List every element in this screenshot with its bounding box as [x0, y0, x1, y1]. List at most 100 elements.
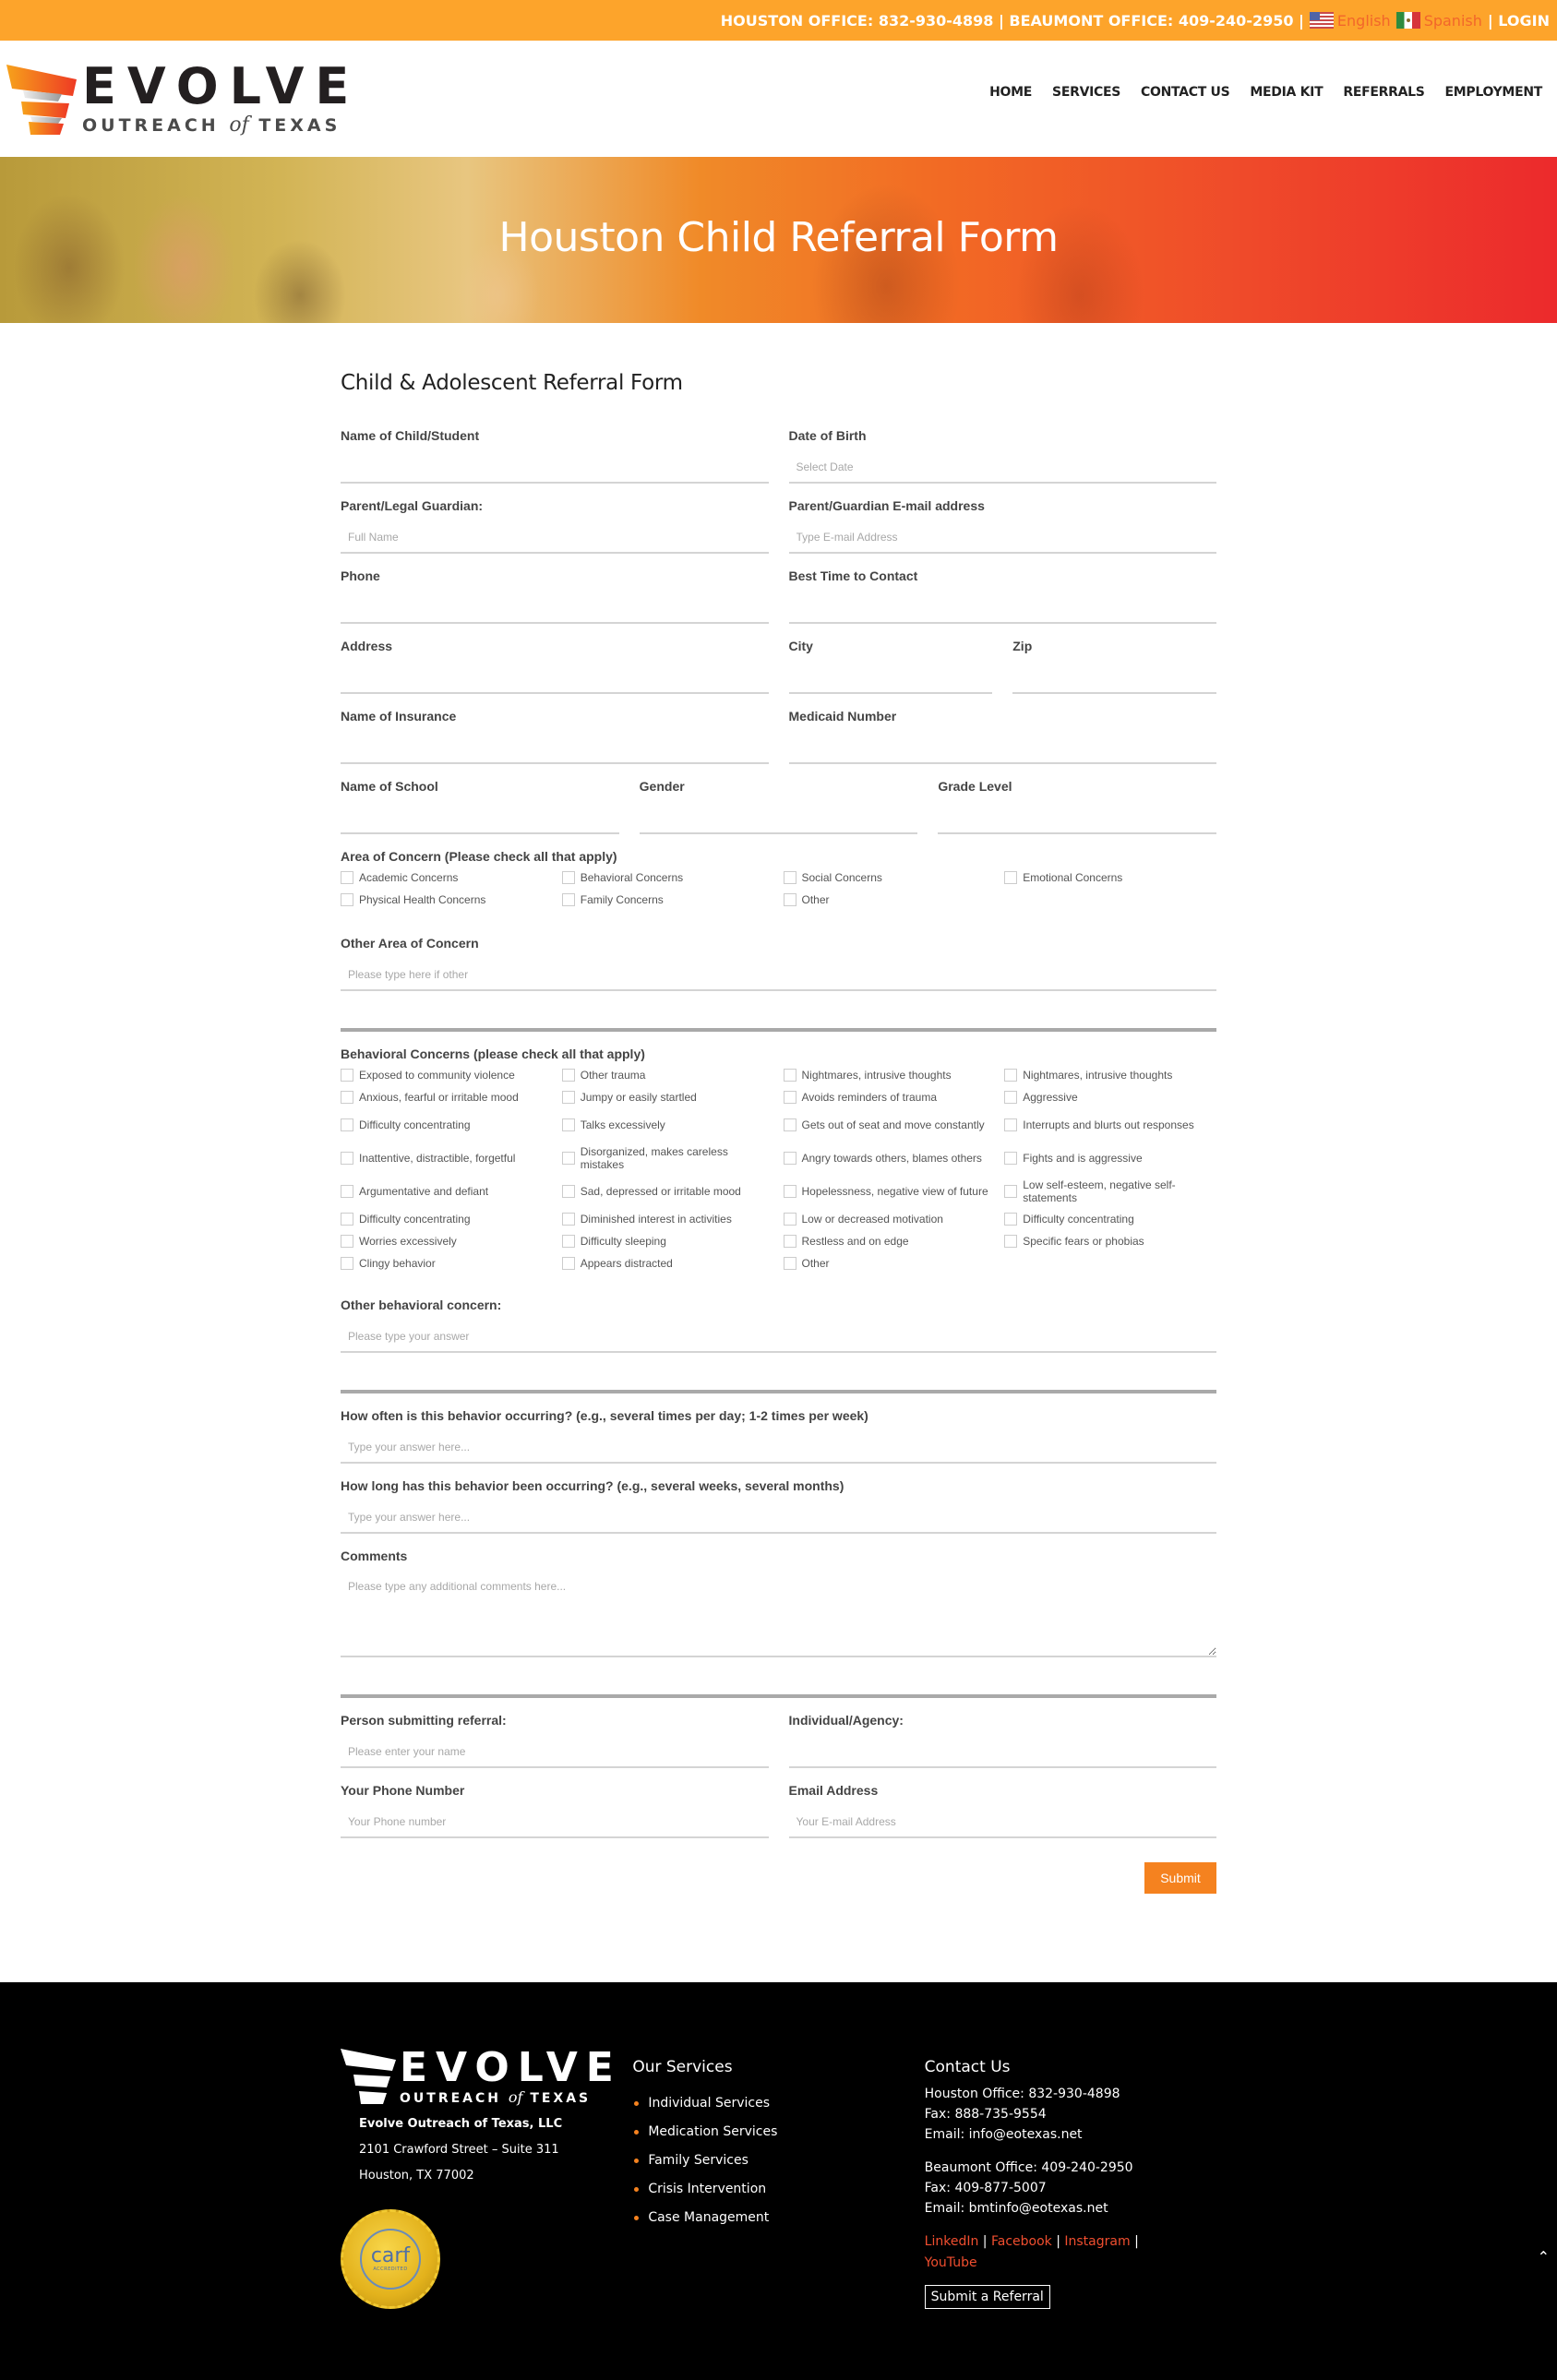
checkbox-other-trauma[interactable]: Other trauma	[561, 1067, 774, 1083]
footer-service-crisis-intervention[interactable]: Crisis Intervention	[634, 2175, 924, 2204]
checkbox-square[interactable]	[561, 1091, 575, 1104]
footer-service-individual-services[interactable]: Individual Services	[634, 2089, 924, 2118]
checkbox-square[interactable]	[341, 1069, 353, 1082]
checkbox-angry-towards-others-blames-others[interactable]: Angry towards others, blames others	[783, 1144, 996, 1172]
footer-service-medication-services[interactable]: Medication Services	[634, 2118, 924, 2147]
checkbox-hopelessness-negative-view-of-future[interactable]: Hopelessness, negative view of future	[783, 1178, 996, 1205]
gender-input[interactable]	[639, 803, 918, 834]
language-english-link[interactable]: English	[1309, 12, 1391, 30]
checkbox-other[interactable]: Other	[783, 891, 996, 908]
checkbox-square[interactable]	[561, 1152, 575, 1165]
checkbox-clingy-behavior[interactable]: Clingy behavior	[341, 1255, 553, 1272]
checkbox-other[interactable]: Other	[783, 1255, 996, 1272]
checkbox-exposed-to-community-violence[interactable]: Exposed to community violence	[341, 1067, 553, 1083]
checkbox-square[interactable]	[783, 871, 796, 884]
checkbox-difficulty-concentrating[interactable]: Difficulty concentrating	[341, 1111, 553, 1139]
checkbox-difficulty-concentrating[interactable]: Difficulty concentrating	[1004, 1211, 1216, 1227]
checkbox-square[interactable]	[341, 1213, 353, 1226]
nav-media-kit[interactable]: MEDIA KIT	[1250, 85, 1323, 100]
checkbox-appears-distracted[interactable]: Appears distracted	[561, 1255, 774, 1272]
comments-textarea[interactable]	[341, 1573, 1216, 1657]
checkbox-square[interactable]	[783, 1118, 796, 1131]
checkbox-square[interactable]	[561, 1118, 575, 1131]
submitter-input[interactable]	[341, 1737, 769, 1768]
nav-home[interactable]: HOME	[989, 85, 1032, 100]
your-email-input[interactable]	[788, 1807, 1216, 1838]
how-often-input[interactable]	[341, 1432, 1216, 1464]
checkbox-nightmares-intrusive-thoughts[interactable]: Nightmares, intrusive thoughts	[783, 1067, 996, 1083]
checkbox-square[interactable]	[783, 1069, 796, 1082]
checkbox-square[interactable]	[561, 1213, 575, 1226]
checkbox-square[interactable]	[1004, 1213, 1018, 1226]
city-input[interactable]	[788, 663, 993, 694]
checkbox-square[interactable]	[1004, 1118, 1018, 1131]
guardian-input[interactable]	[341, 522, 769, 554]
nav-contact-us[interactable]: CONTACT US	[1141, 85, 1230, 100]
checkbox-square[interactable]	[783, 1091, 796, 1104]
checkbox-gets-out-of-seat-and-move-constantly[interactable]: Gets out of seat and move constantly	[783, 1111, 996, 1139]
checkbox-square[interactable]	[341, 1091, 353, 1104]
checkbox-square[interactable]	[561, 1257, 575, 1270]
facebook-link[interactable]: Facebook	[991, 2234, 1052, 2249]
site-logo[interactable]: EVOLVE OUTREACH of TEXAS	[5, 61, 360, 137]
checkbox-anxious-fearful-or-irritable-mood[interactable]: Anxious, fearful or irritable mood	[341, 1089, 553, 1106]
agency-input[interactable]	[788, 1737, 1216, 1768]
checkbox-nightmares-intrusive-thoughts[interactable]: Nightmares, intrusive thoughts	[1004, 1067, 1216, 1083]
language-spanish-link[interactable]: Spanish	[1395, 12, 1482, 30]
checkbox-square[interactable]	[561, 893, 575, 906]
checkbox-disorganized-makes-careless-mistakes[interactable]: Disorganized, makes careless mistakes	[561, 1144, 774, 1172]
youtube-link[interactable]: YouTube	[925, 2255, 977, 2270]
linkedin-link[interactable]: LinkedIn	[925, 2234, 979, 2249]
how-long-input[interactable]	[341, 1502, 1216, 1534]
other-area-input[interactable]	[341, 960, 1216, 991]
back-to-top-chevron-up-icon[interactable]: ⌃	[1538, 2248, 1550, 2266]
submit-button[interactable]: Submit	[1144, 1862, 1216, 1894]
checkbox-square[interactable]	[341, 1185, 353, 1198]
grade-input[interactable]	[938, 803, 1217, 834]
checkbox-low-self-esteem-negative-self-statements[interactable]: Low self-esteem, negative self-statement…	[1004, 1178, 1216, 1205]
checkbox-avoids-reminders-of-trauma[interactable]: Avoids reminders of trauma	[783, 1089, 996, 1106]
checkbox-square[interactable]	[1004, 1185, 1018, 1198]
other-behavioral-input[interactable]	[341, 1322, 1216, 1353]
checkbox-jumpy-or-easily-startled[interactable]: Jumpy or easily startled	[561, 1089, 774, 1106]
nav-services[interactable]: SERVICES	[1052, 85, 1120, 100]
checkbox-square[interactable]	[1004, 1069, 1018, 1082]
checkbox-square[interactable]	[783, 1185, 796, 1198]
checkbox-emotional-concerns[interactable]: Emotional Concerns	[1004, 869, 1216, 886]
checkbox-difficulty-concentrating[interactable]: Difficulty concentrating	[341, 1211, 553, 1227]
nav-employment[interactable]: EMPLOYMENT	[1445, 85, 1543, 100]
checkbox-behavioral-concerns[interactable]: Behavioral Concerns	[561, 869, 774, 886]
dob-input[interactable]	[788, 452, 1216, 484]
checkbox-diminished-interest-in-activities[interactable]: Diminished interest in activities	[561, 1211, 774, 1227]
checkbox-sad-depressed-or-irritable-mood[interactable]: Sad, depressed or irritable mood	[561, 1178, 774, 1205]
checkbox-square[interactable]	[783, 1213, 796, 1226]
checkbox-interrupts-and-blurts-out-responses[interactable]: Interrupts and blurts out responses	[1004, 1111, 1216, 1139]
checkbox-academic-concerns[interactable]: Academic Concerns	[341, 869, 553, 886]
checkbox-restless-and-on-edge[interactable]: Restless and on edge	[783, 1233, 996, 1250]
checkbox-square[interactable]	[341, 893, 353, 906]
insurance-input[interactable]	[341, 733, 769, 764]
nav-referrals[interactable]: REFERRALS	[1343, 85, 1424, 100]
checkbox-square[interactable]	[1004, 871, 1018, 884]
checkbox-square[interactable]	[783, 1152, 796, 1165]
best-time-input[interactable]	[788, 592, 1216, 624]
checkbox-square[interactable]	[783, 1257, 796, 1270]
footer-service-family-services[interactable]: Family Services	[634, 2147, 924, 2175]
zip-input[interactable]	[1012, 663, 1216, 694]
checkbox-low-or-decreased-motivation[interactable]: Low or decreased motivation	[783, 1211, 996, 1227]
submit-referral-button[interactable]: Submit a Referral	[924, 2285, 1050, 2309]
checkbox-fights-and-is-aggressive[interactable]: Fights and is aggressive	[1004, 1144, 1216, 1172]
footer-service-case-management[interactable]: Case Management	[634, 2204, 924, 2232]
checkbox-square[interactable]	[561, 871, 575, 884]
checkbox-square[interactable]	[561, 1069, 575, 1082]
guardian-email-input[interactable]	[788, 522, 1216, 554]
login-link[interactable]: | LOGIN	[1488, 12, 1550, 30]
checkbox-square[interactable]	[1004, 1152, 1018, 1165]
checkbox-worries-excessively[interactable]: Worries excessively	[341, 1233, 553, 1250]
checkbox-square[interactable]	[341, 1118, 353, 1131]
medicaid-input[interactable]	[788, 733, 1216, 764]
checkbox-square[interactable]	[783, 1235, 796, 1248]
checkbox-specific-fears-or-phobias[interactable]: Specific fears or phobias	[1004, 1233, 1216, 1250]
checkbox-family-concerns[interactable]: Family Concerns	[561, 891, 774, 908]
checkbox-physical-health-concerns[interactable]: Physical Health Concerns	[341, 891, 553, 908]
